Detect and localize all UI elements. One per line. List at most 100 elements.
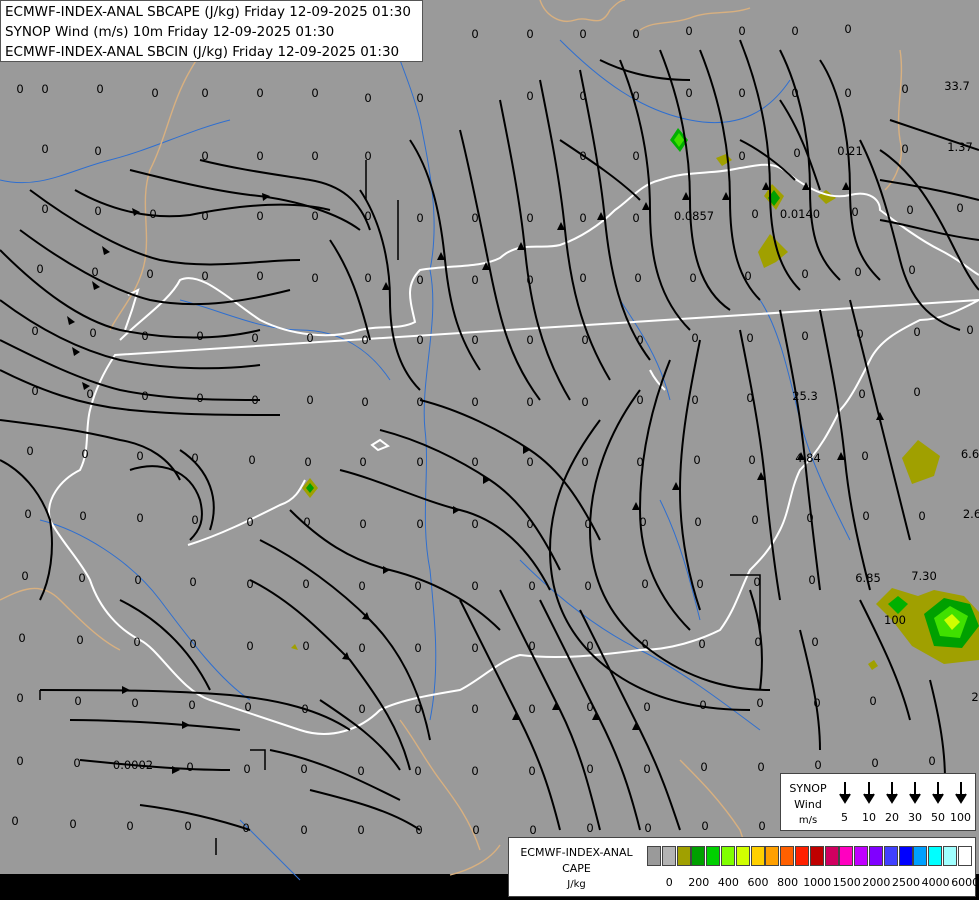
sbcin-value: 0: [24, 507, 31, 521]
wind-arrowhead: [642, 202, 650, 210]
sbcin-value: 0: [813, 696, 820, 710]
sbcin-value: 0: [201, 149, 208, 163]
sbcin-value: 0: [579, 211, 586, 225]
sbcin-value: 0: [471, 27, 478, 41]
cape-tick-label: 4000: [921, 876, 950, 889]
sbcin-value: 0: [526, 211, 533, 225]
sbcin-value: 0: [746, 391, 753, 405]
sbcin-value: 0: [699, 698, 706, 712]
cape-swatch: [824, 846, 839, 866]
sbcin-value: 0: [256, 209, 263, 223]
sbcin-value: 0: [528, 579, 535, 593]
cape-tick-label: 1500: [832, 876, 861, 889]
sbcin-value: 0: [361, 333, 368, 347]
sbcin-value: 0: [16, 754, 23, 768]
sbcin-value: 0: [844, 86, 851, 100]
wind-legend-speed: 5: [841, 811, 848, 824]
sbcin-value: 0: [414, 702, 421, 716]
sbcin-value: 0: [901, 82, 908, 96]
sbcin-value: 0: [244, 700, 251, 714]
sbcin-value: 0: [918, 509, 925, 523]
cape-legend-title: ECMWF-INDEX-ANAL: [520, 846, 633, 859]
wind-arrowhead: [67, 316, 75, 325]
sbcin-value: 0: [364, 149, 371, 163]
sbcin-value: 0: [364, 271, 371, 285]
sbcin-value: 0: [126, 819, 133, 833]
sbcin-value: 0: [757, 760, 764, 774]
cape-swatch: [854, 846, 869, 866]
sbcin-value: 0: [189, 637, 196, 651]
sbcin-value: 0: [471, 333, 478, 347]
sbcin-value: 0: [586, 700, 593, 714]
sbcin-value: 0: [133, 635, 140, 649]
sbcin-value: 0: [191, 451, 198, 465]
rivers: [0, 0, 851, 881]
map-canvas: 0 0 0 0 0 0 0 0 0 0 0 0 0 0 0 0 0 0 0 0 0 0 0 0 0 33.7 0 0 0 0 0 0 0 0 0 0 0…: [0, 0, 979, 900]
sbcin-value: 2: [971, 690, 978, 704]
sbcin-value: 0: [694, 515, 701, 529]
sbcin-value: 0: [471, 517, 478, 531]
sbcin-value: 0: [415, 823, 422, 837]
sbcin-value: 0: [851, 205, 858, 219]
sbcin-value: 0: [791, 86, 798, 100]
sbcin-value: 0: [584, 517, 591, 531]
sbcin-value: 0: [311, 271, 318, 285]
sbcin-value: 0: [246, 639, 253, 653]
sbcin-value: 0: [586, 639, 593, 653]
sbcin-value: 0: [746, 331, 753, 345]
sbcin-value: 0: [188, 698, 195, 712]
sbcin-value: 0: [81, 447, 88, 461]
sbcin-value: 0: [526, 395, 533, 409]
title-box: ECMWF-INDEX-ANAL SBCAPE (J/kg) Friday 12…: [0, 0, 423, 62]
sbcin-value: 0: [793, 146, 800, 160]
cape-swatch: [795, 846, 809, 866]
sbcin-value: 0.0002: [113, 758, 153, 772]
sbcin-value: 0: [471, 641, 478, 655]
wind-arrowhead: [453, 506, 460, 514]
sbcin-value: 0: [246, 577, 253, 591]
sbcin-value: 0: [364, 91, 371, 105]
sbcin-value: 0: [416, 333, 423, 347]
weather-map: 0 0 0 0 0 0 0 0 0 0 0 0 0 0 0 0 0 0 0 0 0 0 0 0 0 33.7 0 0 0 0 0 0 0 0 0 0 0…: [0, 0, 979, 900]
sbcin-value: 0: [416, 91, 423, 105]
cape-swatch: [883, 846, 898, 866]
sbcin-value: 0: [186, 760, 193, 774]
sbcin-value: 0: [76, 633, 83, 647]
sbcin-value: 0: [581, 333, 588, 347]
wind-arrowhead: [722, 192, 730, 200]
sbcin-value: 0: [69, 817, 76, 831]
sbcin-value: 0: [184, 819, 191, 833]
sbcin-value: 0: [639, 515, 646, 529]
cape-swatch: [735, 846, 750, 866]
sbcin-value: 0: [416, 395, 423, 409]
sbcin-value: 0: [869, 694, 876, 708]
sbcin-value: 0: [753, 575, 760, 589]
sbcin-value: 0: [643, 700, 650, 714]
sbcin-value: 0: [579, 149, 586, 163]
sbcin-value: 0: [78, 571, 85, 585]
sbcin-value: 0: [928, 754, 935, 768]
sbcin-value: 0: [21, 569, 28, 583]
sbcin-value: 0: [844, 22, 851, 36]
sbcin-value: 0: [416, 517, 423, 531]
sbcin-value: 0: [89, 326, 96, 340]
wind-arrowhead: [383, 566, 390, 574]
sbcin-value: 0: [302, 577, 309, 591]
sbcin-value: 0: [416, 211, 423, 225]
sbcin-value: 0: [131, 696, 138, 710]
sbcin-value: 0: [632, 89, 639, 103]
sbcin-value: 0: [11, 814, 18, 828]
sbcin-value: 2.6: [963, 507, 979, 521]
sbcin-value: 0: [526, 27, 533, 41]
sbcin-value: 0: [201, 86, 208, 100]
sbcin-value: 0: [41, 142, 48, 156]
sbcin-value: 0: [36, 262, 43, 276]
sbcin-value: 0: [906, 203, 913, 217]
sbcin-value: 0: [526, 273, 533, 287]
cape-swatch: [691, 846, 706, 866]
sbcin-value: 0: [632, 149, 639, 163]
sbcin-value: 0: [96, 82, 103, 96]
sbcin-value: 0: [79, 509, 86, 523]
sbcin-value: 0: [908, 263, 915, 277]
sbcin-value: 0: [791, 24, 798, 38]
